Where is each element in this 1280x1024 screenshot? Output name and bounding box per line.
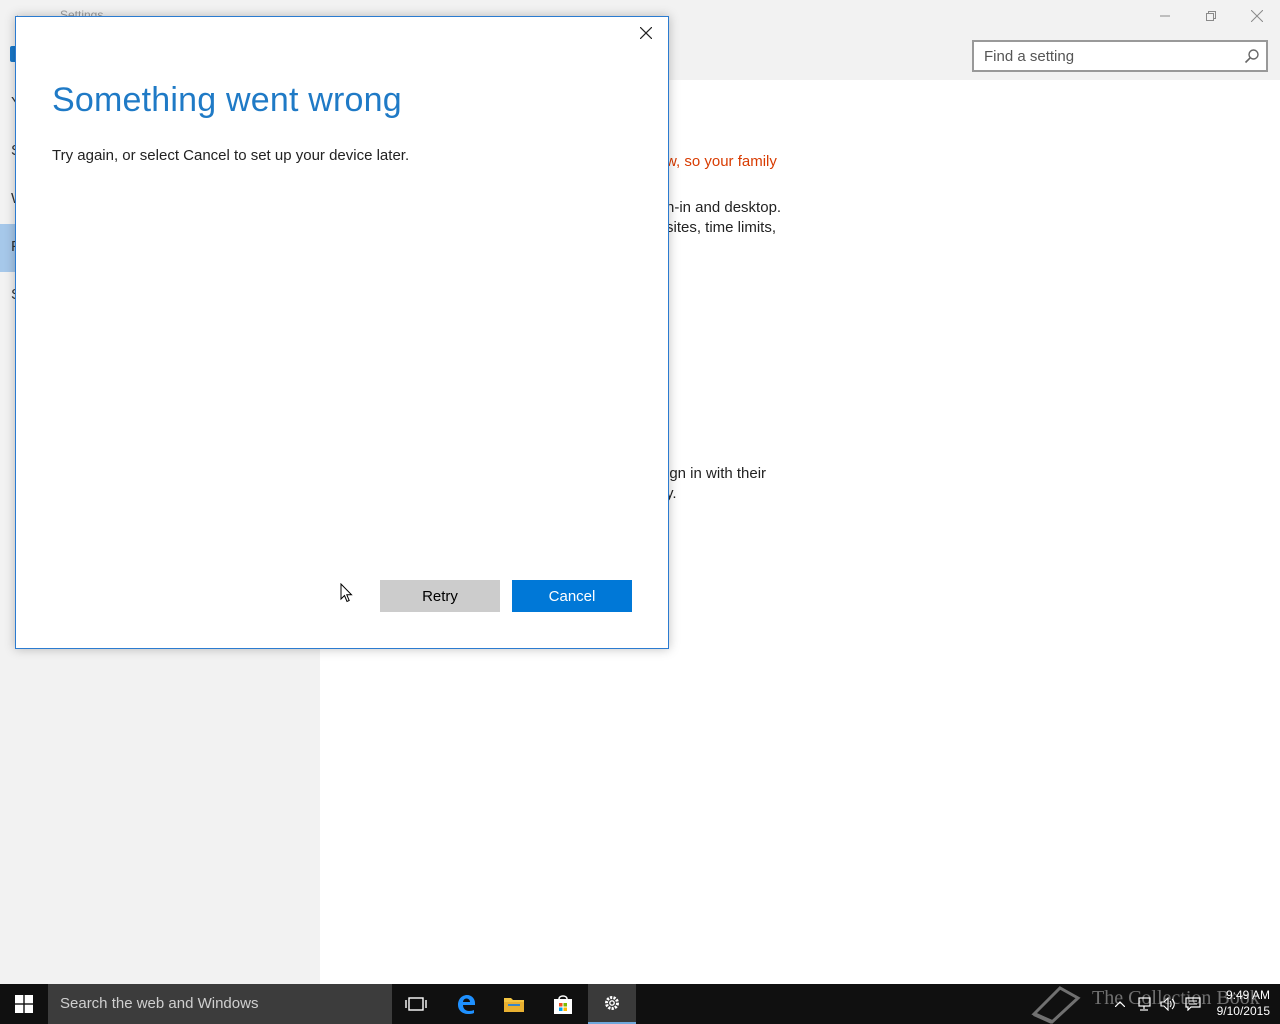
close-icon bbox=[640, 27, 652, 39]
edge-icon bbox=[458, 995, 475, 1014]
search-box[interactable] bbox=[972, 40, 1268, 72]
dialog-close-button[interactable] bbox=[636, 23, 656, 43]
book-icon bbox=[1031, 986, 1081, 1024]
taskbar-search-box[interactable]: Search the web and Windows bbox=[48, 984, 392, 1024]
store-button[interactable] bbox=[539, 984, 587, 1024]
network-icon bbox=[1138, 997, 1151, 1011]
system-clock[interactable]: 9:49 AM 9/10/2015 bbox=[1200, 987, 1270, 1019]
show-hidden-icons-button[interactable] bbox=[1110, 984, 1130, 1024]
clock-time: 9:49 AM bbox=[1225, 988, 1270, 1002]
task-view-icon bbox=[405, 997, 427, 1011]
restore-button[interactable] bbox=[1188, 0, 1234, 32]
volume-button[interactable] bbox=[1158, 984, 1178, 1024]
chevron-up-icon bbox=[1115, 1001, 1125, 1007]
retry-button[interactable]: Retry bbox=[380, 580, 500, 612]
search-input[interactable] bbox=[974, 42, 1224, 70]
search-icon[interactable] bbox=[1244, 48, 1260, 64]
content-text: ign in with their bbox=[666, 465, 767, 482]
minimize-button[interactable] bbox=[1142, 0, 1188, 32]
store-bag-icon bbox=[554, 995, 572, 1014]
content-text: n-in and desktop. bbox=[666, 199, 782, 216]
mouse-cursor-icon bbox=[340, 583, 353, 603]
dialog-message: Try again, or select Cancel to set up yo… bbox=[52, 147, 410, 164]
folder-icon bbox=[504, 998, 524, 1012]
window-close-button[interactable] bbox=[1234, 0, 1280, 32]
start-button[interactable] bbox=[0, 984, 48, 1024]
content-warning-text: w, so your family bbox=[666, 153, 777, 170]
speaker-icon bbox=[1160, 997, 1175, 1011]
notification-icon bbox=[1185, 997, 1201, 1011]
network-button[interactable] bbox=[1134, 984, 1154, 1024]
taskbar-search-text: Search the web and Windows bbox=[60, 995, 259, 1012]
task-view-button[interactable] bbox=[392, 984, 440, 1024]
settings-taskbar-button[interactable] bbox=[588, 984, 636, 1024]
cancel-button[interactable]: Cancel bbox=[512, 580, 632, 612]
file-explorer-button[interactable] bbox=[490, 984, 538, 1024]
dialog-title: Something went wrong bbox=[52, 81, 402, 119]
edge-browser-button[interactable] bbox=[442, 984, 490, 1024]
content-text: sites, time limits, bbox=[666, 219, 777, 236]
gear-icon bbox=[605, 996, 619, 1010]
clock-date: 9/10/2015 bbox=[1216, 1004, 1270, 1018]
error-dialog: Something went wrong Try again, or selec… bbox=[15, 16, 669, 649]
windows-logo-icon bbox=[15, 995, 33, 1013]
taskbar: Search the web and Windows The Collectio… bbox=[0, 984, 1280, 1024]
